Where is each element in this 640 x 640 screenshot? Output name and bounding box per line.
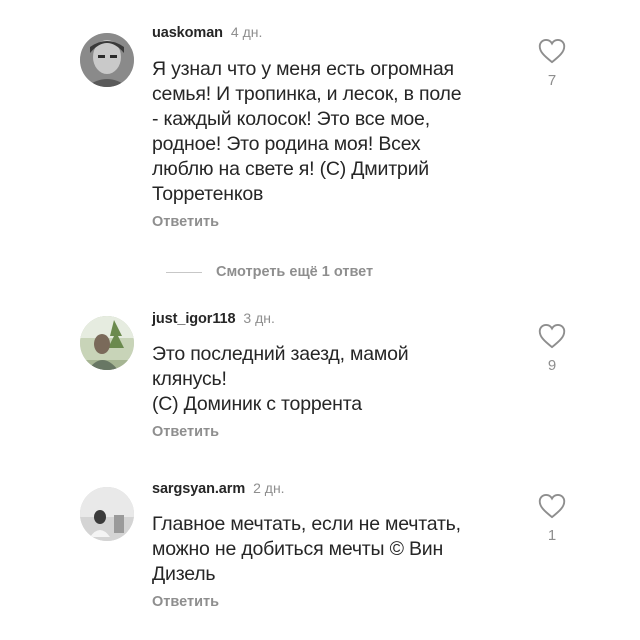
like-area: 1 — [537, 493, 567, 544]
reply-button[interactable]: Ответить — [152, 594, 219, 610]
like-count: 9 — [547, 357, 557, 374]
comment-text: Главное мечтать, если не мечтать, можно … — [152, 512, 512, 587]
comment-line: Я узнал что у меня есть огромная — [152, 58, 454, 80]
reply-button[interactable]: Ответить — [152, 214, 219, 230]
comment-line: Это последний заезд, мамой — [152, 343, 409, 365]
heart-outline-icon[interactable] — [538, 323, 566, 349]
comment-text: Это последний заезд, мамой клянусь! (С) … — [152, 342, 512, 417]
reply-button[interactable]: Ответить — [152, 424, 219, 440]
like-area: 9 — [537, 323, 567, 374]
view-more-replies-button[interactable]: Смотреть ещё 1 ответ — [166, 262, 373, 282]
comment-text: Я узнал что у меня есть огромная семья! … — [152, 57, 512, 207]
avatar-sargsyan-arm[interactable] — [80, 487, 134, 541]
heart-outline-icon[interactable] — [538, 38, 566, 64]
comment-line: клянусь! — [152, 368, 227, 390]
like-count: 1 — [547, 527, 557, 544]
comment-line: Торретенков — [152, 183, 264, 205]
timestamp: 3 дн. — [243, 310, 275, 326]
comment-line: Дизель — [152, 563, 216, 585]
timestamp: 4 дн. — [230, 24, 263, 40]
comment-line: можно не добиться мечты © Вин — [152, 538, 444, 560]
comment-line: (С) Доминик с торрента — [152, 393, 362, 415]
username[interactable]: just_igor118 — [152, 311, 236, 327]
like-count: 7 — [547, 72, 557, 89]
avatar-photo-icon — [80, 487, 134, 541]
avatar-photo-icon — [80, 316, 134, 370]
view-more-replies-label: Смотреть ещё 1 ответ — [216, 264, 374, 280]
username[interactable]: uaskoman — [152, 25, 223, 41]
heart-outline-icon[interactable] — [538, 493, 566, 519]
comment-line: Главное мечтать, если не мечтать, — [152, 513, 461, 535]
comment-line: люблю на свете я! (С) Дмитрий — [152, 158, 429, 180]
avatar-photo-icon — [80, 33, 134, 87]
like-area: 7 — [537, 38, 567, 89]
username[interactable]: sargsyan.arm — [152, 481, 245, 497]
comment-line: родное! Это родина моя! Всех — [152, 133, 421, 155]
avatar-uaskoman[interactable] — [80, 33, 134, 87]
comment-line: семья! И тропинка, и лесок, в поле — [152, 83, 462, 105]
avatar-just-igor118[interactable] — [80, 316, 134, 370]
timestamp: 2 дн. — [253, 480, 285, 496]
divider-line — [166, 271, 202, 273]
comment-line: - каждый колосок! Это все мое, — [152, 108, 430, 130]
